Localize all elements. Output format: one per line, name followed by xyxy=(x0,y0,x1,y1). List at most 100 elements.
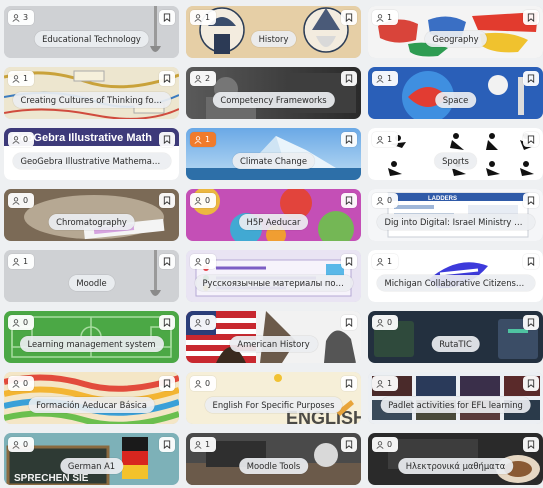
collection-card[interactable]: ENGLISH 0 English For Specific Purposes xyxy=(186,372,361,424)
bookmark-button[interactable] xyxy=(523,10,539,25)
card-title: Dig into Digital: Israel Ministry of Edu… xyxy=(376,214,535,230)
member-count: 1 xyxy=(387,13,393,22)
bookmark-icon xyxy=(527,74,535,83)
collection-card[interactable]: GeoGebra Illustrative Math 0 GeoGebra Il… xyxy=(4,128,179,180)
card-title: Русскоязычные материалы по ABC … xyxy=(194,275,353,291)
member-count-badge: 1 xyxy=(372,254,398,269)
member-count: 0 xyxy=(387,440,393,449)
person-icon xyxy=(12,196,20,205)
card-title: History xyxy=(250,31,297,47)
person-icon xyxy=(194,13,202,22)
bookmark-button[interactable] xyxy=(159,315,175,330)
collection-card[interactable]: 3 Educational Technology xyxy=(4,6,179,58)
member-count: 0 xyxy=(387,196,393,205)
bookmark-button[interactable] xyxy=(159,376,175,391)
person-icon xyxy=(376,13,384,22)
bookmark-icon xyxy=(527,135,535,144)
card-title: Space xyxy=(434,92,477,108)
person-icon xyxy=(194,135,202,144)
member-count: 0 xyxy=(23,196,29,205)
bookmark-button[interactable] xyxy=(159,254,175,269)
person-icon xyxy=(194,257,202,266)
card-title: Creating Cultures of Thinking for School… xyxy=(12,92,171,108)
bookmark-button[interactable] xyxy=(341,193,357,208)
bookmark-button[interactable] xyxy=(523,254,539,269)
bookmark-button[interactable] xyxy=(523,71,539,86)
bookmark-button[interactable] xyxy=(523,132,539,147)
bookmark-button[interactable] xyxy=(523,437,539,452)
bookmark-button[interactable] xyxy=(341,10,357,25)
collection-card[interactable]: 1 Space xyxy=(368,67,543,119)
person-icon xyxy=(376,74,384,83)
bookmark-button[interactable] xyxy=(341,132,357,147)
person-icon xyxy=(376,196,384,205)
bookmark-button[interactable] xyxy=(159,193,175,208)
card-title: Michigan Collaborative Citizenship Cur… xyxy=(376,275,535,291)
card-title: American History xyxy=(229,336,318,352)
bookmark-button[interactable] xyxy=(159,437,175,452)
member-count-badge: 0 xyxy=(372,315,398,330)
member-count-badge: 0 xyxy=(8,376,34,391)
collection-card[interactable]: 0 Chromatography xyxy=(4,189,179,241)
member-count-badge: 2 xyxy=(190,71,216,86)
bookmark-button[interactable] xyxy=(341,254,357,269)
collection-card[interactable]: 0 Formación Aeducar Básica xyxy=(4,372,179,424)
member-count-badge: 1 xyxy=(8,254,34,269)
card-title: Sports xyxy=(434,153,477,169)
collection-card[interactable]: 0 RutaTIC xyxy=(368,311,543,363)
banner-text: LADDERS xyxy=(428,196,457,202)
person-icon xyxy=(12,135,20,144)
collection-card[interactable]: 0 Русскоязычные материалы по ABC … xyxy=(186,250,361,302)
bookmark-button[interactable] xyxy=(159,10,175,25)
member-count: 3 xyxy=(23,13,29,22)
card-title: Learning management system xyxy=(19,336,164,352)
member-count: 1 xyxy=(205,135,211,144)
collection-card[interactable]: 0 American History xyxy=(186,311,361,363)
member-count-badge: 0 xyxy=(190,315,216,330)
collection-card[interactable]: 1 Geography xyxy=(368,6,543,58)
collection-card[interactable]: SPRECHEN SIE 0 German A1 xyxy=(4,433,179,485)
collection-card[interactable]: 1 Sports xyxy=(368,128,543,180)
bookmark-icon xyxy=(163,440,171,449)
collection-card[interactable]: 1 Michigan Collaborative Citizenship Cur… xyxy=(368,250,543,302)
member-count-badge: 1 xyxy=(190,10,216,25)
bookmark-button[interactable] xyxy=(523,376,539,391)
collection-card[interactable]: 0 H5P Aeducar xyxy=(186,189,361,241)
card-title: Competency Frameworks xyxy=(212,92,335,108)
collection-card[interactable]: 1 Climate Change xyxy=(186,128,361,180)
bookmark-button[interactable] xyxy=(523,193,539,208)
collection-card[interactable]: LADDERS 0 Dig into Digital: Israel Minis… xyxy=(368,189,543,241)
member-count-badge: 0 xyxy=(8,315,34,330)
member-count: 0 xyxy=(23,379,29,388)
bookmark-button[interactable] xyxy=(159,71,175,86)
member-count-badge: 0 xyxy=(8,437,34,452)
collection-card[interactable]: 1 Moodle Tools xyxy=(186,433,361,485)
bookmark-icon xyxy=(345,318,353,327)
bookmark-button[interactable] xyxy=(341,376,357,391)
person-icon xyxy=(376,135,384,144)
bookmark-icon xyxy=(527,318,535,327)
member-count-badge: 0 xyxy=(372,437,398,452)
bookmark-icon xyxy=(527,13,535,22)
member-count: 1 xyxy=(387,74,393,83)
person-icon xyxy=(194,196,202,205)
collection-card[interactable]: 1 Creating Cultures of Thinking for Scho… xyxy=(4,67,179,119)
person-icon xyxy=(376,257,384,266)
bookmark-button[interactable] xyxy=(341,71,357,86)
bookmark-button[interactable] xyxy=(341,315,357,330)
bookmark-button[interactable] xyxy=(523,315,539,330)
collection-card[interactable]: 0 Ηλεκτρονικά μαθήματα xyxy=(368,433,543,485)
member-count-badge: 0 xyxy=(372,193,398,208)
bookmark-icon xyxy=(345,257,353,266)
collection-card[interactable]: 0 Learning management system xyxy=(4,311,179,363)
collection-card[interactable]: 2 Competency Frameworks xyxy=(186,67,361,119)
collection-card[interactable]: 1 History xyxy=(186,6,361,58)
bookmark-button[interactable] xyxy=(341,437,357,452)
card-title: Climate Change xyxy=(232,153,315,169)
bookmark-button[interactable] xyxy=(159,132,175,147)
collection-card[interactable]: 1 Moodle xyxy=(4,250,179,302)
collection-card[interactable]: 1 Padlet activities for EFL learning xyxy=(368,372,543,424)
member-count: 1 xyxy=(387,257,393,266)
person-icon xyxy=(12,74,20,83)
member-count: 0 xyxy=(387,318,393,327)
